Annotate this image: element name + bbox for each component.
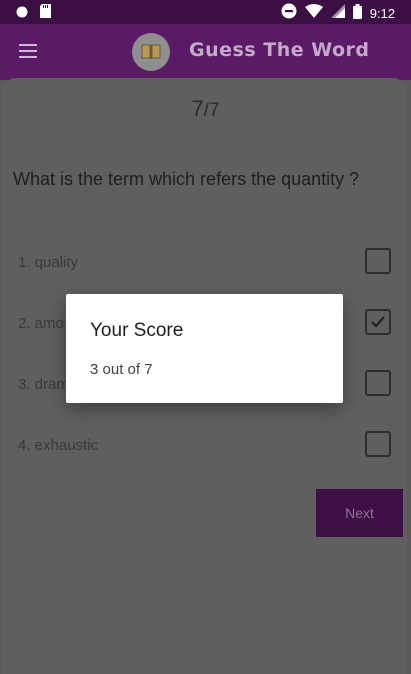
- counter-total: 7: [208, 100, 220, 121]
- next-button[interactable]: Next: [316, 489, 403, 537]
- option-label: 4. exhaustic: [18, 437, 99, 454]
- option-1[interactable]: 1. quality: [0, 248, 411, 278]
- score-dialog: Your Score 3 out of 7: [66, 294, 343, 403]
- checkmark-icon: [371, 316, 385, 328]
- question-text: What is the term which refers the quanti…: [13, 169, 360, 189]
- question-counter: 7/7: [0, 96, 411, 122]
- option-checkbox[interactable]: [365, 248, 391, 274]
- option-label: 1. quality: [18, 254, 79, 271]
- option-checkbox[interactable]: [365, 309, 391, 335]
- option-checkbox[interactable]: [365, 431, 391, 457]
- option-label: 3. dram: [18, 376, 69, 393]
- app-bar: Guess The Word: [0, 24, 411, 80]
- dialog-message: 3 out of 7: [90, 361, 153, 378]
- hamburger-menu-icon[interactable]: [19, 44, 37, 58]
- status-bar: 9:12: [0, 0, 411, 24]
- notification-dot-icon: [16, 5, 28, 23]
- cell-signal-icon: [330, 4, 345, 23]
- sd-card-icon: [40, 4, 51, 23]
- dialog-title: Your Score: [90, 320, 184, 341]
- status-time: 9:12: [369, 6, 395, 21]
- do-not-disturb-icon: [281, 3, 297, 24]
- counter-current: 7: [191, 96, 204, 121]
- app-logo: [132, 33, 170, 71]
- option-4[interactable]: 4. exhaustic: [0, 431, 411, 461]
- wifi-icon: [304, 4, 323, 23]
- battery-icon: [352, 3, 362, 24]
- option-label: 2. amo: [18, 315, 64, 332]
- option-checkbox[interactable]: [365, 370, 391, 396]
- app-title: Guess The Word: [189, 39, 370, 61]
